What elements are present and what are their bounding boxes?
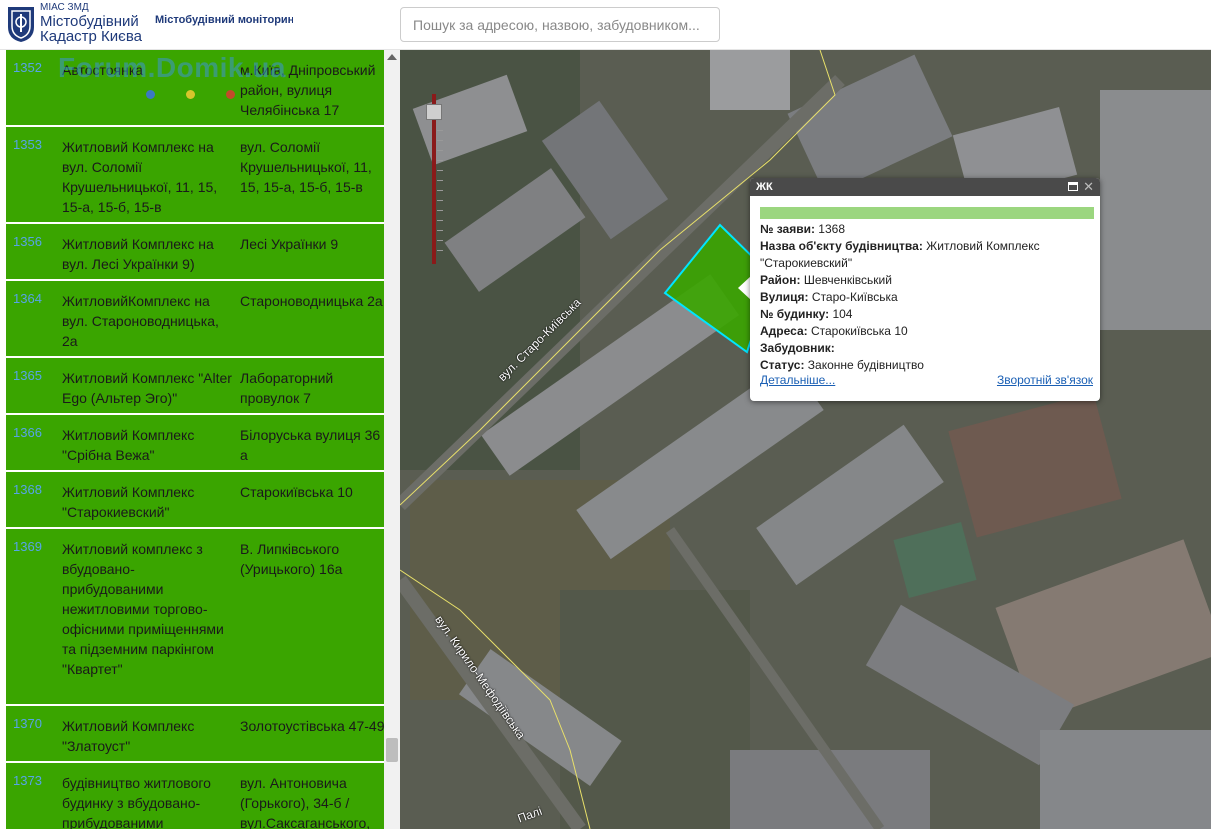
item-address: вул. Антоновича (Горького), 34-б / вул.С…: [240, 775, 371, 829]
item-number[interactable]: 1366: [13, 425, 42, 440]
detail-label: Статус:: [760, 358, 805, 372]
list-item[interactable]: 1364 ЖитловийКомплекс на вул. Староновод…: [6, 281, 384, 356]
list-item[interactable]: 1370 Житловий Комплекс "Златоуст" Золото…: [6, 706, 384, 761]
detail-label: Назва об'єкту будівництва:: [760, 239, 923, 253]
zoom-tick: [437, 130, 443, 131]
satellite-map[interactable]: вул. Старо-Київська вул. Кирило-Мефодіїв…: [400, 50, 1211, 829]
list-item[interactable]: 1369 Житловий комплекс з вбудовано-прибу…: [6, 529, 384, 704]
item-name: Житловий Комплекс "Срібна Вежа": [62, 427, 195, 463]
watermark-dot: [226, 90, 235, 99]
item-number[interactable]: 1373: [13, 773, 42, 788]
item-address: Білоруська вулиця 36 а: [240, 427, 381, 463]
item-name: Житловий комплекс з вбудовано-прибудован…: [62, 541, 224, 677]
item-address: вул. Соломії Крушельницької, 11, 15, 15-…: [240, 139, 372, 195]
watermark-dot: [146, 90, 155, 99]
detail-row: № заяви: 1368: [760, 221, 1096, 238]
popup-title: ЖК: [756, 181, 773, 193]
zoom-tick: [437, 170, 443, 171]
item-address: Золотоустівська 47-49: [240, 718, 384, 734]
item-name: ЖитловийКомплекс на вул. Староноводницьк…: [62, 293, 219, 349]
item-name: Житловий Комплекс "Старокиевский": [62, 484, 195, 520]
maximize-icon[interactable]: [1068, 182, 1078, 191]
item-address: Старокиївська 10: [240, 484, 353, 500]
detail-row: Вулиця: Старо-Київська: [760, 289, 1096, 306]
watermark-text: Forum.Domik.ua: [58, 52, 286, 83]
detail-row: Назва об'єкту будівництва: Житловий Комп…: [760, 238, 1096, 272]
detail-value: Шевченківський: [803, 273, 892, 287]
detail-label: № заяви:: [760, 222, 815, 236]
detail-label: Забудовник:: [760, 341, 835, 355]
watermark-dot: [186, 90, 195, 99]
list-item[interactable]: 1365 Житловий Комплекс "Alter Ego (Альте…: [6, 358, 384, 413]
list-item[interactable]: 1368 Житловий Комплекс "Старокиевский" С…: [6, 472, 384, 527]
item-address: Староноводницька 2а: [240, 293, 383, 309]
detail-label: Вулиця:: [760, 290, 809, 304]
zoom-tick: [437, 240, 443, 241]
zoom-tick: [437, 210, 443, 211]
detail-value: 104: [832, 307, 853, 321]
zoom-tick: [437, 190, 443, 191]
item-address: Лесі Українки 9: [240, 236, 339, 252]
zoom-tick: [437, 160, 443, 161]
item-name: будівництво житлового будинку з вбудован…: [62, 775, 211, 829]
item-number[interactable]: 1369: [13, 539, 42, 554]
detail-value: Старо-Київська: [811, 290, 898, 304]
item-address: В. Липківського (Урицького) 16а: [240, 541, 343, 577]
list-item[interactable]: 1353 Житловий Комплекс на вул. Соломії К…: [6, 127, 384, 222]
detail-label: № будинку:: [760, 307, 830, 321]
popup-details: № заяви: 1368 Назва об'єкту будівництва:…: [760, 221, 1096, 374]
details-link[interactable]: Детальніше...: [760, 373, 835, 387]
project-list: 1352 Автостоянка м.Київ, Дніпровський ра…: [0, 50, 384, 829]
map-imagery: [400, 50, 1211, 829]
detail-value: Законне будівництво: [807, 358, 924, 372]
detail-row: Забудовник:: [760, 340, 1096, 357]
zoom-tick: [437, 180, 443, 181]
zoom-tick: [437, 150, 443, 151]
scroll-thumb[interactable]: [386, 738, 398, 762]
zoom-tick: [437, 200, 443, 201]
list-item[interactable]: 1366 Житловий Комплекс "Срібна Вежа" Біл…: [6, 415, 384, 470]
status-color-bar: [760, 207, 1094, 219]
detail-label: Район:: [760, 273, 801, 287]
detail-row: Статус: Законне будівництво: [760, 357, 1096, 374]
search-input[interactable]: [400, 7, 720, 42]
item-number[interactable]: 1352: [13, 60, 42, 75]
item-name: Житловий Комплекс на вул. Лесі Українки …: [62, 236, 214, 272]
item-number[interactable]: 1356: [13, 234, 42, 249]
popup-header: ЖК ✕: [750, 178, 1100, 196]
list-item[interactable]: 1356 Житловий Комплекс на вул. Лесі Укра…: [6, 224, 384, 279]
zoom-tick: [437, 230, 443, 231]
item-number[interactable]: 1368: [13, 482, 42, 497]
info-popup: ЖК ✕ № заяви: 1368 Назва об'єкту будівни…: [750, 178, 1100, 401]
item-address: Лабораторний провулок 7: [240, 370, 334, 406]
feedback-link[interactable]: Зворотній зв'язок: [997, 373, 1093, 387]
item-name: Житловий Комплекс на вул. Соломії Крушел…: [62, 139, 218, 215]
item-number[interactable]: 1364: [13, 291, 42, 306]
scroll-up-arrow-icon[interactable]: [387, 54, 397, 60]
item-name: Житловий Комплекс "Златоуст": [62, 718, 195, 754]
item-number[interactable]: 1353: [13, 137, 42, 152]
app-header: МІАС ЗМД Містобудівний Кадастр Києва Міс…: [0, 0, 1211, 50]
detail-value: 1368: [818, 222, 845, 236]
detail-label: Адреса:: [760, 324, 808, 338]
list-scrollbar[interactable]: [384, 50, 400, 829]
detail-row: Район: Шевченківський: [760, 272, 1096, 289]
logo-caption: МІАС ЗМД: [40, 2, 89, 13]
item-number[interactable]: 1370: [13, 716, 42, 731]
detail-row: № будинку: 104: [760, 306, 1096, 323]
item-number[interactable]: 1365: [13, 368, 42, 383]
zoom-tick: [437, 140, 443, 141]
item-name: Житловий Комплекс "Alter Ego (Альтер Эго…: [62, 370, 232, 406]
detail-value: Старокиївська 10: [810, 324, 908, 338]
close-icon[interactable]: ✕: [1083, 179, 1094, 195]
logo-title-line2[interactable]: Кадастр Києва: [40, 28, 142, 45]
zoom-tick: [437, 220, 443, 221]
detail-row: Адреса: Старокиївська 10: [760, 323, 1096, 340]
zoom-slider-handle[interactable]: [426, 104, 442, 120]
app-subtitle: Містобудівний моніторинг: [155, 14, 293, 26]
zoom-tick: [437, 250, 443, 251]
kyiv-shield-icon[interactable]: [6, 5, 36, 43]
list-item[interactable]: 1373 будівництво житлового будинку з вбу…: [6, 763, 384, 829]
